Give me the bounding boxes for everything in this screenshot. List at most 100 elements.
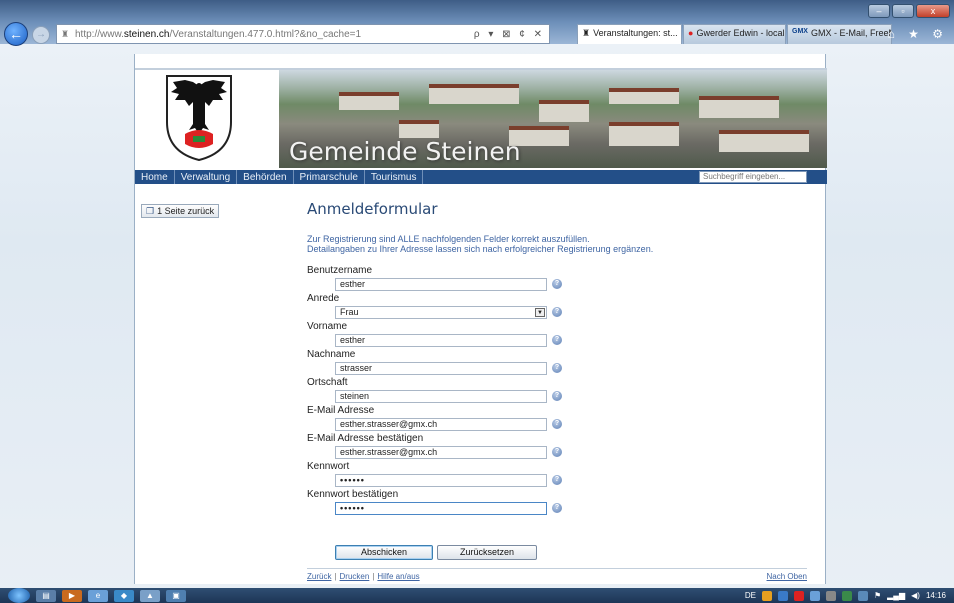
page-icon: ❐ [146,205,155,216]
reset-button[interactable]: Zurücksetzen [437,545,537,560]
label-vorname: Vorname [307,321,348,332]
separator: | [372,572,375,581]
footer-print-link[interactable]: Drucken [340,572,370,581]
url-prefix: http://www. [75,28,124,40]
home-star-gear-icons[interactable]: ⌂ ★ ⚙ [888,27,948,41]
help-icon[interactable]: ? [552,447,562,457]
forward-arrow-icon[interactable]: → [32,26,50,44]
nav-home[interactable]: Home [135,170,175,184]
password-field[interactable]: •••••• [335,474,547,487]
tray-icon[interactable] [809,590,820,601]
explorer-icon[interactable]: ▤ [36,589,56,602]
close-window-icon[interactable]: x [916,4,950,18]
clock[interactable]: 14:16 [926,591,946,600]
system-tray: DE ⚑ ▂▄▆ ◀) 14:16 [745,590,954,601]
site-favicon-icon: ♜ [582,28,591,38]
network-icon[interactable]: ▂▄▆ [887,591,905,600]
email-field[interactable]: esther.strasser@gmx.ch [335,418,547,431]
window-controls: – ▫ x [868,4,950,18]
url-rest: /Veranstaltungen.477.0.html?&no_cache=1 [169,28,362,40]
tray-icon[interactable] [857,590,868,601]
back-arrow-icon[interactable]: ← [4,22,28,46]
benutzername-field[interactable]: esther [335,278,547,291]
help-icon[interactable]: ? [552,279,562,289]
ie-icon[interactable]: e [88,589,108,602]
help-icon[interactable]: ? [552,391,562,401]
url-domain: steinen.ch [123,28,170,40]
tray-icon[interactable] [825,590,836,601]
tab-gmx[interactable]: GMX GMX - E-Mail, FreeMai... [787,24,892,44]
label-kennwort: Kennwort [307,461,350,472]
password-confirm-field[interactable]: •••••• [335,502,547,515]
flag-icon[interactable]: ⚑ [874,591,881,600]
language-indicator[interactable]: DE [745,591,756,600]
sidebar: ❐ 1 Seite zurück [141,204,220,218]
page-back-button[interactable]: ❐ 1 Seite zurück [141,204,220,218]
tray-icon[interactable] [761,590,772,601]
site-search-input[interactable]: Suchbegriff eingeben... [699,171,807,183]
maximize-icon[interactable]: ▫ [892,4,914,18]
help-icon[interactable]: ? [552,419,562,429]
label-kennwort-confirm: Kennwort bestätigen [307,489,399,500]
help-icon[interactable]: ? [552,335,562,345]
volume-icon[interactable]: ◀) [911,591,920,600]
opera-icon: ● [688,28,694,38]
label-nachname: Nachname [307,349,356,360]
town-banner-image: Gemeinde Steinen [279,70,827,168]
footer-top-link[interactable]: Nach Oben [767,572,807,581]
nav-tourismus[interactable]: Tourismus [365,170,424,184]
nachname-field[interactable]: strasser [335,362,547,375]
intro-line-1: Zur Registrierung sind ALLE nachfolgende… [307,234,590,244]
browser-chrome: – ▫ x ← → ♜ http://www.steinen.ch/Verans… [0,0,954,46]
anrede-value: Frau [340,307,359,317]
help-icon[interactable]: ? [552,307,562,317]
ortschaft-field[interactable]: steinen [335,390,547,403]
tray-icon[interactable] [777,590,788,601]
page-footer: Zurück | Drucken | Hilfe an/aus Nach Obe… [307,572,807,581]
registration-form: Anmeldeformular Zur Registrierung sind A… [307,200,807,516]
nav-behoerden[interactable]: Behörden [237,170,294,184]
form-intro: Zur Registrierung sind ALLE nachfolgende… [307,234,807,254]
tab-close-icon[interactable]: × [681,28,682,41]
label-benutzername: Benutzername [307,265,373,276]
divider [307,568,807,569]
help-icon[interactable]: ? [552,475,562,485]
site-favicon-icon: ♜ [61,29,70,39]
tray-icon[interactable] [841,590,852,601]
label-ortschaft: Ortschaft [307,377,348,388]
address-tools[interactable]: ρ ▾ ⊠ ¢ ✕ [474,29,545,40]
start-button[interactable] [8,588,30,603]
chevron-down-icon[interactable]: ▼ [535,308,545,317]
footer-back-link[interactable]: Zurück [307,572,331,581]
vorname-field[interactable]: esther [335,334,547,347]
gmx-icon: GMX [792,28,808,35]
submit-button[interactable]: Abschicken [335,545,433,560]
banner-title: Gemeinde Steinen [289,137,521,166]
nav-verwaltung[interactable]: Verwaltung [175,170,238,184]
paint-icon[interactable]: ▲ [140,589,160,602]
address-bar[interactable]: ♜ http://www.steinen.ch/Veranstaltungen.… [56,24,550,44]
anrede-select[interactable]: Frau ▼ [335,306,547,319]
email-confirm-field[interactable]: esther.strasser@gmx.ch [335,446,547,459]
tab-veranstaltungen[interactable]: ♜ Veranstaltungen: st... × [577,24,682,44]
site-header: Gemeinde Steinen [135,70,827,168]
separator: | [334,572,337,581]
media-icon[interactable]: ▶ [62,589,82,602]
opera-icon[interactable] [793,590,804,601]
form-buttons: Abschicken Zurücksetzen [335,545,537,560]
help-icon[interactable]: ? [552,363,562,373]
page-title: Anmeldeformular [307,200,438,218]
app-icon[interactable]: ◆ [114,589,134,602]
tab-label: Gwerder Edwin - local... [696,28,786,38]
footer-help-link[interactable]: Hilfe an/aus [377,572,419,581]
minimize-icon[interactable]: – [868,4,890,18]
window-icon[interactable]: ▣ [166,589,186,602]
nav-primarschule[interactable]: Primarschule [294,170,365,184]
tab-label: Veranstaltungen: st... [593,28,678,38]
help-icon[interactable]: ? [552,503,562,513]
label-anrede: Anrede [307,293,340,304]
url-text: http://www.steinen.ch/Veranstaltungen.47… [75,29,361,40]
windows-taskbar: ▤ ▶ e ◆ ▲ ▣ DE ⚑ ▂▄▆ ◀) 14:16 [0,588,954,603]
tab-gwerder[interactable]: ● Gwerder Edwin - local... [683,24,786,44]
label-email: E-Mail Adresse [307,405,375,416]
